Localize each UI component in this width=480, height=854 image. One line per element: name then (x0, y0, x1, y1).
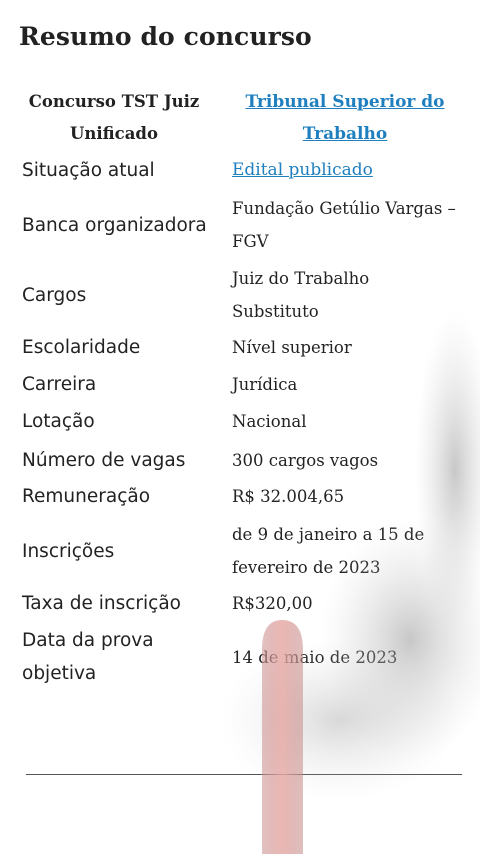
table-row: Remuneração R$ 32.004,65 (0, 480, 480, 513)
table-row: Cargos Juiz do Trabalho Substituto (0, 262, 480, 328)
row-label: Escolaridade (22, 337, 141, 358)
row-value: 14 de maio de 2023 (232, 647, 398, 667)
row-label: Remuneração (22, 486, 151, 507)
divider (26, 774, 462, 775)
row-value: R$320,00 (232, 594, 313, 613)
table-row: Taxa de inscrição R$320,00 (0, 587, 480, 620)
edital-link[interactable]: Edital publicado (232, 154, 373, 187)
table-row: Data da prova objetiva 14 de maio de 202… (0, 624, 480, 690)
row-value: de 9 de janeiro a 15 de fevereiro de 202… (232, 525, 425, 577)
row-label: Cargos (22, 284, 87, 306)
row-label: Número de vagas (22, 450, 186, 471)
row-label: Taxa de inscrição (22, 593, 181, 614)
table-row: Carreira Jurídica (0, 368, 480, 401)
row-value[interactable]: Edital publicado (232, 154, 467, 187)
table-row: Lotação Nacional (0, 405, 480, 438)
row-label: Situação atual (22, 160, 155, 181)
row-label: Inscrições (22, 540, 115, 562)
row-value: R$ 32.004,65 (232, 487, 345, 506)
row-label: Data da prova objetiva (22, 630, 154, 684)
table-row: Escolaridade Nível superior (0, 331, 480, 364)
row-label: Banca organizadora (22, 214, 207, 236)
row-value: Juiz do Trabalho Substituto (232, 269, 370, 321)
row-value: 300 cargos vagos (232, 451, 379, 470)
row-value: Nível superior (232, 338, 352, 357)
row-label: Lotação (22, 411, 95, 432)
row-value: Fundação Getúlio Vargas – FGV (232, 199, 456, 251)
page-title: Resumo do concurso (19, 22, 312, 51)
table-row: Número de vagas 300 cargos vagos (0, 444, 480, 477)
table-header-organ-link[interactable]: Tribunal Superior do Trabalho (230, 86, 460, 150)
row-value: Jurídica (232, 375, 298, 394)
row-value: Nacional (232, 412, 307, 431)
table-row: Banca organizadora Fundação Getúlio Varg… (0, 192, 480, 258)
row-label: Carreira (22, 374, 97, 395)
table-header-contest: Concurso TST Juiz Unificado (28, 92, 200, 143)
tst-link[interactable]: Tribunal Superior do Trabalho (245, 92, 444, 144)
table-row: Inscrições de 9 de janeiro a 15 de fever… (0, 518, 480, 584)
table-row: Situação atual Edital publicado (0, 154, 480, 187)
